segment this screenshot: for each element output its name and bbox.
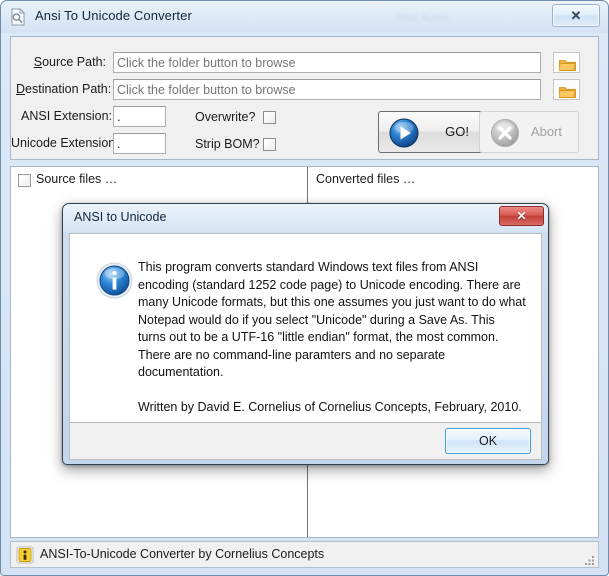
about-dialog: ANSI to Unicode ✕ This program converts … bbox=[62, 203, 549, 465]
go-button-label: GO! bbox=[445, 124, 469, 139]
destination-path-input[interactable] bbox=[113, 79, 541, 100]
folder-icon bbox=[558, 85, 576, 98]
window-close-button[interactable]: ✕ bbox=[552, 4, 600, 27]
strip-bom-checkbox[interactable] bbox=[263, 138, 276, 151]
destination-path-label: Destination Path: bbox=[16, 82, 112, 96]
document-icon bbox=[10, 8, 27, 26]
window-title-bar[interactable]: Ansi To Unicode Converter Stop Autos ✕ bbox=[1, 1, 608, 33]
ok-button[interactable]: OK bbox=[445, 428, 531, 454]
info-blue-icon bbox=[96, 262, 133, 299]
dialog-title: ANSI to Unicode bbox=[74, 210, 167, 224]
info-yellow-icon bbox=[16, 546, 34, 564]
dialog-footer: OK bbox=[69, 423, 542, 460]
ansi-extension-label: ANSI Extension: bbox=[21, 109, 113, 123]
overwrite-checkbox[interactable] bbox=[263, 111, 276, 124]
status-bar-text: ANSI-To-Unicode Converter by Cornelius C… bbox=[40, 547, 325, 561]
ansi-extension-input[interactable] bbox=[113, 106, 166, 127]
title-watermark: Stop Autos bbox=[396, 13, 449, 24]
abort-button-label: Abort bbox=[530, 124, 562, 139]
source-path-input[interactable] bbox=[113, 52, 541, 73]
source-files-select-all-checkbox[interactable] bbox=[18, 174, 31, 187]
dialog-message: This program converts standard Windows t… bbox=[138, 259, 526, 416]
folder-icon bbox=[558, 58, 576, 71]
source-path-label: Source Path: bbox=[33, 55, 106, 69]
source-path-browse-button[interactable] bbox=[553, 52, 580, 73]
unicode-extension-label: Unicode Extension: bbox=[11, 136, 119, 150]
dialog-paragraph-1: This program converts standard Windows t… bbox=[138, 260, 526, 379]
close-icon: ✕ bbox=[570, 7, 582, 23]
status-bar: ANSI-To-Unicode Converter by Cornelius C… bbox=[10, 541, 599, 568]
dialog-paragraph-2: Written by David E. Cornelius of Corneli… bbox=[138, 399, 522, 414]
strip-bom-label: Strip BOM? bbox=[195, 137, 260, 151]
overwrite-label: Overwrite? bbox=[195, 110, 256, 124]
unicode-extension-input[interactable] bbox=[113, 133, 166, 154]
dialog-close-button[interactable]: ✕ bbox=[499, 206, 544, 226]
source-files-header: Source files … bbox=[36, 172, 118, 186]
resize-grip[interactable] bbox=[583, 553, 595, 565]
window-title: Ansi To Unicode Converter bbox=[35, 8, 192, 23]
destination-path-browse-button[interactable] bbox=[553, 79, 580, 100]
cancel-circle-icon bbox=[490, 118, 520, 148]
go-button[interactable]: GO! bbox=[378, 111, 484, 153]
abort-button[interactable]: Abort bbox=[479, 111, 579, 153]
play-circle-icon bbox=[389, 118, 419, 148]
dialog-body: This program converts standard Windows t… bbox=[69, 233, 542, 423]
close-icon: ✕ bbox=[516, 208, 527, 223]
converted-files-header: Converted files … bbox=[316, 172, 416, 186]
dialog-title-bar[interactable]: ANSI to Unicode ✕ bbox=[63, 204, 548, 232]
